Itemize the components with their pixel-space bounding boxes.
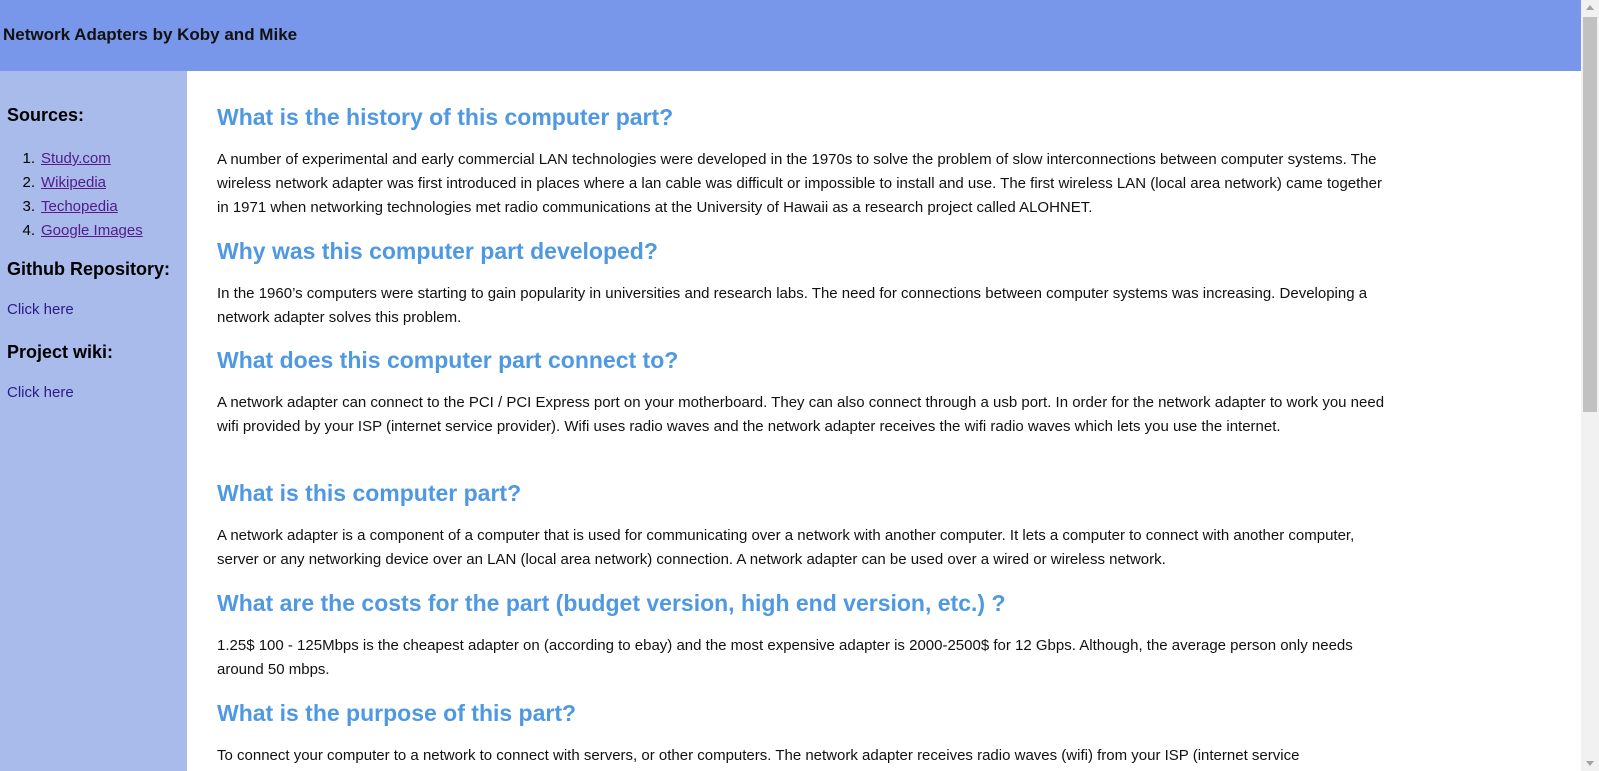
section-costs: What are the costs for the part (budget … <box>217 590 1397 682</box>
vertical-scrollbar[interactable] <box>1581 0 1599 771</box>
github-heading: Github Repository: <box>7 259 170 279</box>
section-heading: Why was this computer part developed? <box>217 238 658 264</box>
source-number: 3. <box>22 198 35 215</box>
sidebar: Sources: 1. Study.com 2. Wikipedia 3. Techo… <box>0 71 187 771</box>
source-link-study[interactable]: Study.com <box>41 150 111 167</box>
wiki-link[interactable]: Click here <box>7 384 74 401</box>
section-heading: What is this computer part? <box>217 480 522 506</box>
section-connects-to: What does this computer part connect to?… <box>217 347 1397 439</box>
site-header: Network Adapters by Koby and Mike <box>0 0 1581 71</box>
sources-heading: Sources: <box>7 105 85 125</box>
section-body: In the 1960’s computers were starting to… <box>217 285 1368 326</box>
main-content: What is the history of this computer par… <box>187 71 1581 771</box>
site-title: Network Adapters by Koby and Mike <box>3 25 298 44</box>
section-heading: What are the costs for the part (budget … <box>217 590 1006 616</box>
github-link[interactable]: Click here <box>7 301 74 318</box>
section-heading: What is the purpose of this part? <box>217 700 577 726</box>
scroll-down-arrow-icon[interactable] <box>1586 761 1594 766</box>
source-number: 1. <box>22 150 35 167</box>
source-number: 4. <box>22 222 35 239</box>
source-link-wikipedia[interactable]: Wikipedia <box>41 174 106 191</box>
section-body: A number of experimental and early comme… <box>217 151 1382 216</box>
section-why-developed: Why was this computer part developed? In… <box>217 238 1397 330</box>
section-what-is: What is this computer part? A network ad… <box>217 480 1397 572</box>
source-item: 4. Google Images <box>0 219 143 243</box>
section-purpose: What is the purpose of this part? To con… <box>217 700 1397 768</box>
page: Network Adapters by Koby and Mike Source… <box>0 0 1599 771</box>
section-body: To connect your computer to a network to… <box>217 747 1300 764</box>
source-item: 2. Wikipedia <box>0 171 143 195</box>
source-link-google-images[interactable]: Google Images <box>41 222 143 239</box>
wiki-heading: Project wiki: <box>7 342 114 362</box>
source-item: 1. Study.com <box>0 147 143 171</box>
scroll-up-arrow-icon[interactable] <box>1586 5 1594 10</box>
section-heading: What does this computer part connect to? <box>217 347 679 373</box>
sources-list: 1. Study.com 2. Wikipedia 3. Techopedia 4. G… <box>0 147 143 243</box>
section-body: A network adapter is a component of a co… <box>217 527 1355 568</box>
section-heading: What is the history of this computer par… <box>217 104 674 130</box>
section-body: A network adapter can connect to the PCI… <box>217 394 1385 435</box>
section-body: 1.25$ 100 - 125Mbps is the cheapest adap… <box>217 637 1353 678</box>
source-item: 3. Techopedia <box>0 195 143 219</box>
source-link-techopedia[interactable]: Techopedia <box>41 198 118 215</box>
source-number: 2. <box>22 174 35 191</box>
section-history: What is the history of this computer par… <box>217 104 1397 220</box>
scrollbar-thumb[interactable] <box>1583 17 1597 412</box>
